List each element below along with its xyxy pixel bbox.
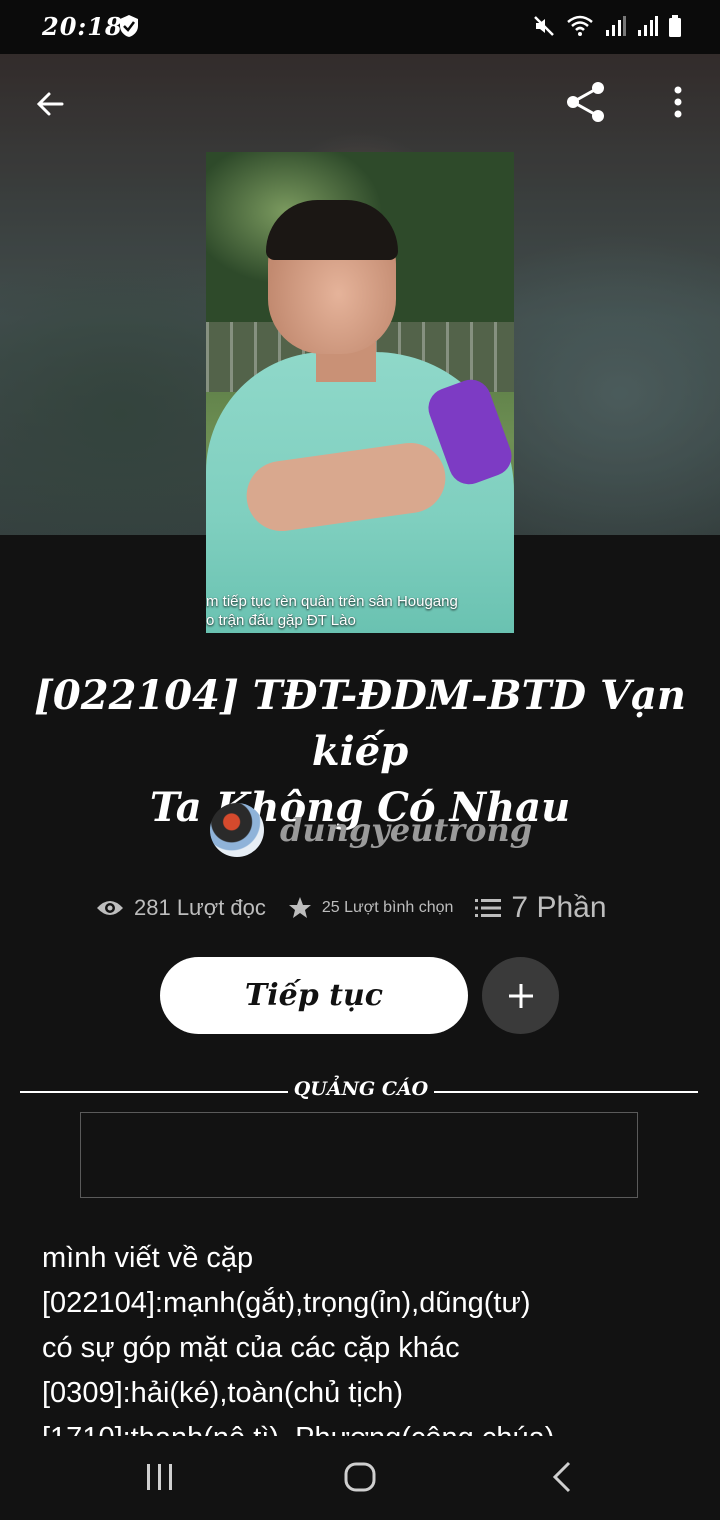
share-button[interactable]: [562, 78, 610, 126]
signal-icon: [638, 16, 658, 36]
home-icon: [344, 1462, 376, 1492]
description-line: mình viết về cặp: [42, 1242, 254, 1274]
continue-reading-button[interactable]: Tiếp tục: [160, 957, 468, 1034]
list-icon: [475, 899, 502, 917]
parts-stat[interactable]: 7 Phần: [475, 891, 607, 925]
more-vertical-icon: [674, 86, 682, 118]
plus-icon: [508, 983, 533, 1008]
story-stats: 281 Lượt đọc 25 Lượt bình chọn 7 Phần: [96, 884, 656, 932]
ad-label: QUẢNG CÁO: [293, 1078, 429, 1100]
reads-stat: 281 Lượt đọc: [96, 895, 266, 921]
home-button[interactable]: [330, 1452, 390, 1502]
description-line: [022104]:mạnh(gắt),trọng(ỉn),dũng(tư): [42, 1287, 531, 1319]
wifi-icon: [567, 15, 593, 36]
cover-caption-line: o trận đấu gặp ĐT Lào: [206, 612, 356, 629]
author-link[interactable]: dungyeutrong: [210, 800, 532, 860]
shield-icon: [118, 14, 140, 43]
description-line: [0309]:hải(ké),toàn(chủ tịch): [42, 1377, 404, 1409]
star-icon: [288, 897, 311, 918]
divider: [434, 1091, 698, 1093]
status-bar: 20:18: [0, 0, 720, 54]
cover-caption-line: m tiếp tục rèn quân trên sân Hougang: [206, 593, 458, 610]
back-arrow-icon: [36, 92, 64, 116]
battery-icon: [669, 15, 681, 37]
eye-icon: [97, 901, 123, 915]
recent-apps-button[interactable]: [130, 1452, 190, 1502]
story-title-line: [022104] TĐT-ĐDM-BTD Vạn kiếp: [34, 672, 686, 775]
ad-slot[interactable]: [80, 1112, 638, 1198]
more-options-button[interactable]: [654, 78, 702, 126]
parts-count[interactable]: 7 Phần: [511, 891, 606, 925]
back-nav-icon: [552, 1461, 571, 1493]
story-cover-image[interactable]: m tiếp tục rèn quân trên sân Hougang o t…: [206, 152, 514, 633]
votes-count: 25 Lượt bình chọn: [321, 899, 454, 916]
story-description: mình viết về cặp [022104]:mạnh(gắt),trọn…: [42, 1236, 682, 1436]
recent-apps-icon: [147, 1464, 172, 1490]
description-line: có sự góp mặt của các cặp khác: [42, 1332, 460, 1364]
add-to-library-button[interactable]: [482, 957, 559, 1034]
signal-icon: [606, 16, 626, 36]
share-icon: [567, 82, 604, 122]
back-nav-button[interactable]: [532, 1452, 592, 1502]
description-line: [1710]:thanh(nô tì), Phượng(công chúa): [42, 1416, 682, 1436]
cover-caption: m tiếp tục rèn quân trên sân Hougang o t…: [206, 592, 514, 633]
divider: [20, 1091, 288, 1093]
author-name[interactable]: dungyeutrong: [280, 811, 532, 849]
system-navigation-bar: [0, 1436, 720, 1520]
reads-count: 281 Lượt đọc: [134, 895, 266, 920]
votes-stat: 25 Lượt bình chọn: [288, 896, 454, 920]
status-time: 20:18: [42, 12, 123, 41]
mute-icon: [534, 16, 554, 36]
avatar[interactable]: [210, 803, 264, 857]
back-button[interactable]: [26, 80, 74, 128]
status-icons: [532, 14, 682, 38]
